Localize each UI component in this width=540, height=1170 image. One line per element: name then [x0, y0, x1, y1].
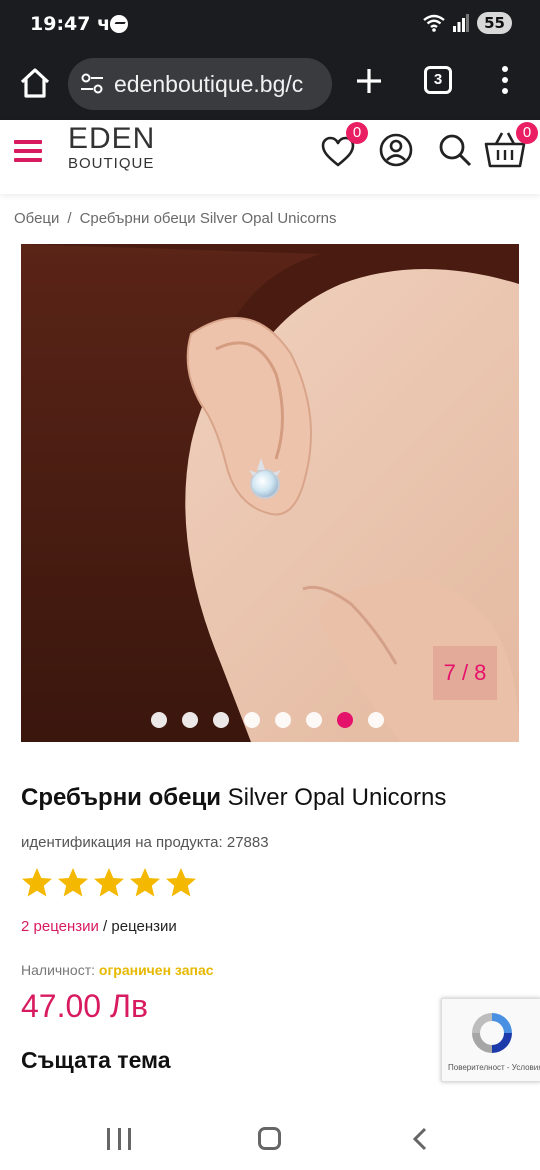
wifi-icon	[423, 14, 445, 32]
recaptcha-badge[interactable]: Поверителност - Условия	[441, 998, 540, 1082]
gallery-dot[interactable]	[275, 712, 291, 728]
reviews-link[interactable]: 2 рецензии	[21, 918, 99, 935]
signal-icon	[453, 14, 470, 32]
rating-stars	[20, 866, 198, 900]
system-nav-bar	[0, 1110, 540, 1170]
user-icon[interactable]	[378, 132, 414, 168]
tune-icon[interactable]	[80, 73, 104, 95]
recaptcha-terms[interactable]: Поверителност - Условия	[448, 1063, 540, 1072]
gallery-dot[interactable]	[244, 712, 260, 728]
gallery-pagination	[151, 712, 384, 728]
hamburger-menu-icon[interactable]	[14, 140, 42, 166]
product-title: Сребърни обеци Silver Opal Unicorns	[21, 784, 446, 812]
gallery-dot[interactable]	[337, 712, 353, 728]
reviews-suffix: / рецензии	[98, 918, 177, 935]
battery-level: 55	[477, 12, 512, 34]
recents-icon[interactable]	[107, 1128, 131, 1150]
messenger-icon	[110, 15, 128, 33]
product-title-rest: Silver Opal Unicorns	[220, 784, 447, 811]
cart-count-badge: 0	[516, 122, 538, 144]
availability-label: Наличност:	[21, 962, 95, 978]
wishlist-count-badge: 0	[346, 122, 368, 144]
status-time: 19:47 ч.	[30, 13, 118, 35]
status-bar: 19:47 ч. 55	[0, 0, 540, 50]
recaptcha-icon	[472, 1013, 512, 1053]
plus-icon[interactable]	[352, 64, 386, 98]
breadcrumb-current: Сребърни обеци Silver Opal Unicorns	[79, 210, 337, 227]
search-icon[interactable]	[437, 132, 473, 168]
star-icon	[166, 868, 196, 897]
tabs-icon[interactable]: 3	[424, 66, 452, 94]
image-counter: 7 / 8	[433, 646, 497, 700]
star-icon	[22, 868, 52, 897]
site-header: EDEN BOUTIQUE 0 0	[0, 120, 540, 194]
star-icon	[94, 868, 124, 897]
logo-line1: EDEN	[68, 122, 156, 155]
star-icon	[58, 868, 88, 897]
product-title-bold: Сребърни обеци	[21, 784, 221, 811]
product-image-gallery[interactable]: 7 / 8	[21, 244, 519, 742]
product-sku: идентификация на продукта: 27883	[21, 834, 269, 851]
url-text[interactable]: edenboutique.bg/c	[114, 71, 303, 98]
breadcrumb-separator: /	[67, 210, 72, 227]
availability-value: ограничен запас	[98, 962, 214, 978]
gallery-dot[interactable]	[368, 712, 384, 728]
reviews: 2 рецензии / рецензии	[21, 918, 177, 935]
site-logo[interactable]: EDEN BOUTIQUE	[68, 124, 155, 172]
gallery-dot[interactable]	[182, 712, 198, 728]
kebab-icon[interactable]	[500, 66, 510, 96]
address-bar[interactable]: edenboutique.bg/c	[68, 58, 332, 110]
browser-toolbar: edenboutique.bg/c 3	[0, 50, 540, 120]
product-price: 47.00 Лв	[21, 988, 148, 1024]
breadcrumb: Обеци / Сребърни обеци Silver Opal Unicorn…	[14, 210, 337, 227]
availability: Наличност: ограничен запас	[21, 962, 214, 978]
same-topic-heading: Същата тема	[21, 1047, 171, 1073]
gallery-dot[interactable]	[213, 712, 229, 728]
nav-home-icon[interactable]	[258, 1127, 281, 1150]
star-icon	[130, 868, 160, 897]
gallery-dot[interactable]	[151, 712, 167, 728]
home-icon[interactable]	[18, 66, 52, 100]
breadcrumb-category[interactable]: Обеци	[14, 210, 59, 227]
status-right: 55	[423, 12, 512, 34]
gallery-dot[interactable]	[306, 712, 322, 728]
back-icon[interactable]	[408, 1126, 432, 1152]
logo-line2: BOUTIQUE	[68, 155, 155, 172]
